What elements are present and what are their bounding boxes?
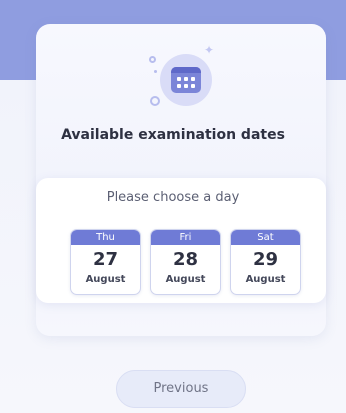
previous-button[interactable]: Previous — [116, 370, 246, 408]
ring-decoration-icon — [149, 56, 156, 63]
day-month: August — [85, 274, 126, 285]
day-option-thu-27[interactable]: Thu 27 August — [70, 229, 141, 295]
day-weekday: Thu — [71, 230, 140, 245]
day-weekday: Sat — [231, 230, 300, 245]
day-month: August — [165, 274, 206, 285]
day-weekday: Fri — [151, 230, 220, 245]
day-number: 28 — [172, 249, 199, 270]
page-title: Available examination dates — [61, 127, 285, 143]
day-month: August — [245, 274, 286, 285]
calendar-icon — [171, 67, 201, 93]
day-number: 29 — [252, 249, 279, 270]
day-option-sat-29[interactable]: Sat 29 August — [230, 229, 301, 295]
day-option-fri-28[interactable]: Fri 28 August — [150, 229, 221, 295]
sparkle-icon: ✦ — [204, 43, 215, 57]
day-number: 27 — [92, 249, 119, 270]
picker-prompt: Please choose a day — [106, 190, 240, 205]
calendar-illustration: ✦ — [140, 40, 220, 110]
ring-decoration-icon — [150, 96, 160, 106]
dot-decoration-icon — [154, 70, 157, 73]
